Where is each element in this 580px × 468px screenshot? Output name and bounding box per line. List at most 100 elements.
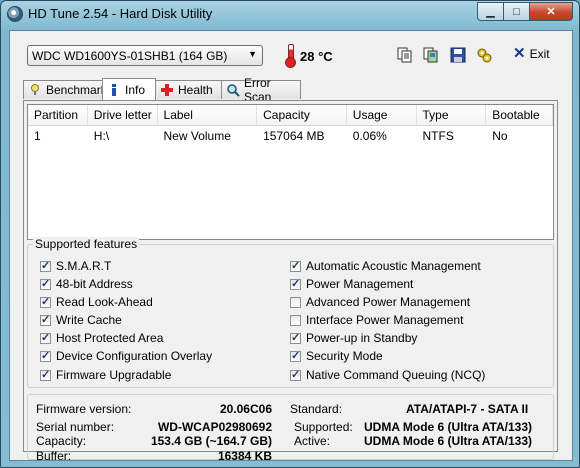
- copy-screenshot-icon[interactable]: [423, 47, 439, 63]
- column-header-capacity[interactable]: Capacity: [257, 105, 347, 125]
- cell-label: New Volume: [163, 129, 231, 143]
- feature-read-look-ahead[interactable]: Read Look-Ahead: [40, 295, 153, 309]
- save-icon[interactable]: [450, 47, 466, 63]
- active-mode-label: Active:: [294, 434, 331, 448]
- feature-interface-power-management-label: Interface Power Management: [306, 313, 464, 327]
- exit-label: Exit: [529, 47, 550, 61]
- tab-error-scan[interactable]: Error Scan: [221, 76, 301, 104]
- copy-text-icon[interactable]: [397, 47, 413, 63]
- close-icon: ✕: [546, 6, 556, 18]
- tab-health-label: Health: [178, 83, 213, 97]
- benchmark-icon: [28, 83, 42, 97]
- feature-device-configuration-overlay[interactable]: Device Configuration Overlay: [40, 349, 212, 363]
- feature-smart[interactable]: S.M.A.R.T: [40, 259, 111, 273]
- maximize-button[interactable]: □: [504, 2, 530, 21]
- feature-smart-label: S.M.A.R.T: [56, 259, 112, 273]
- supported-features-group: Supported features S.M.A.R.T 48-bit Addr…: [27, 237, 554, 388]
- feature-power-management-checkbox[interactable]: [290, 277, 301, 290]
- feature-host-protected-area[interactable]: Host Protected Area: [40, 331, 163, 345]
- info-panel: Partition Drive letter Label Capacity Us…: [23, 100, 558, 463]
- feature-power-up-in-standby-label: Power-up in Standby: [306, 331, 418, 345]
- feature-ncq-label: Native Command Queuing (NCQ): [306, 368, 486, 382]
- standard-label: Standard:: [290, 402, 343, 416]
- feature-host-protected-area-checkbox[interactable]: [40, 331, 51, 344]
- exit-icon: ✕: [513, 45, 526, 62]
- feature-power-up-in-standby-checkbox[interactable]: [290, 331, 301, 344]
- capacity-label: Capacity:: [36, 434, 87, 448]
- feature-ncq[interactable]: Native Command Queuing (NCQ): [290, 368, 485, 382]
- cell-usage: 0.06%: [352, 129, 387, 143]
- column-header-drive-letter[interactable]: Drive letter: [88, 105, 158, 125]
- supported-mode-value: UDMA Mode 6 (Ultra ATA/133): [364, 420, 533, 434]
- health-icon: [160, 83, 174, 97]
- feature-advanced-power-management-checkbox[interactable]: [290, 296, 301, 308]
- feature-automatic-acoustic-management-checkbox[interactable]: [290, 259, 301, 272]
- error-scan-icon: [226, 83, 240, 97]
- maximize-icon: □: [513, 5, 520, 18]
- close-button[interactable]: ✕: [530, 2, 573, 21]
- drive-info-group: Firmware version: 20.06C06 Serial number…: [27, 394, 554, 463]
- serial-value: WD-WCAP02980692: [157, 420, 272, 434]
- tab-info[interactable]: Info: [102, 78, 156, 100]
- thermometer-icon: [285, 44, 296, 68]
- feature-interface-power-management[interactable]: Interface Power Management: [290, 313, 463, 327]
- cell-drive-letter: H:\: [93, 129, 110, 143]
- client-area: WDC WD1600YS-01SHB1 (164 GB) ▼ 28 °C ✕ E…: [9, 30, 573, 463]
- firmware-label: Firmware version:: [36, 402, 132, 416]
- table-row[interactable]: 1 H:\ New Volume 157064 MB 0.06% NTFS No: [28, 126, 553, 144]
- exit-button[interactable]: ✕ Exit: [513, 45, 550, 62]
- minimize-button[interactable]: ▁: [477, 2, 504, 21]
- app-window: HD Tune 2.54 - Hard Disk Utility ▁ □ ✕ W…: [0, 0, 580, 468]
- column-header-type[interactable]: Type: [417, 105, 487, 125]
- feature-interface-power-management-checkbox[interactable]: [290, 314, 301, 326]
- cell-partition: 1: [34, 129, 41, 143]
- partition-table[interactable]: Partition Drive letter Label Capacity Us…: [27, 104, 554, 240]
- tab-info-label: Info: [125, 82, 146, 97]
- feature-power-management[interactable]: Power Management: [290, 277, 413, 291]
- feature-ncq-checkbox[interactable]: [290, 368, 301, 381]
- feature-write-cache-checkbox[interactable]: [40, 313, 51, 326]
- feature-automatic-acoustic-management-label: Automatic Acoustic Management: [306, 259, 481, 273]
- tab-benchmark-label: Benchmark: [46, 83, 107, 97]
- active-mode-value: UDMA Mode 6 (Ultra ATA/133): [364, 434, 533, 448]
- chevron-down-icon[interactable]: ▼: [248, 49, 257, 59]
- tab-health[interactable]: Health: [155, 80, 222, 99]
- feature-device-configuration-overlay-checkbox[interactable]: [40, 349, 51, 362]
- feature-security-mode-checkbox[interactable]: [290, 349, 301, 362]
- feature-write-cache[interactable]: Write Cache: [40, 313, 122, 327]
- tab-benchmark[interactable]: Benchmark: [23, 80, 107, 99]
- feature-firmware-upgradable[interactable]: Firmware Upgradable: [40, 368, 171, 382]
- feature-power-up-in-standby[interactable]: Power-up in Standby: [290, 331, 417, 345]
- standard-value: ATA/ATAPI-7 - SATA II: [406, 402, 529, 416]
- title-bar[interactable]: HD Tune 2.54 - Hard Disk Utility ▁ □ ✕: [1, 1, 579, 27]
- cell-capacity: 157064 MB: [263, 129, 325, 143]
- column-header-label[interactable]: Label: [158, 105, 258, 125]
- feature-security-mode[interactable]: Security Mode: [290, 349, 383, 363]
- feature-host-protected-area-label: Host Protected Area: [56, 331, 164, 345]
- partition-table-header: Partition Drive letter Label Capacity Us…: [28, 105, 553, 126]
- feature-read-look-ahead-checkbox[interactable]: [40, 295, 51, 308]
- feature-write-cache-label: Write Cache: [56, 313, 122, 327]
- supported-mode-label: Supported:: [294, 420, 353, 434]
- buffer-label: Buffer:: [36, 449, 72, 463]
- drive-select[interactable]: WDC WD1600YS-01SHB1 (164 GB) ▼: [27, 45, 263, 66]
- minimize-icon: ▁: [486, 6, 495, 18]
- capacity-value: 153.4 GB (~164.7 GB): [150, 434, 272, 448]
- feature-read-look-ahead-label: Read Look-Ahead: [56, 295, 153, 309]
- cell-bootable: No: [492, 129, 508, 143]
- buffer-value: 16384 KB: [217, 449, 272, 463]
- cell-type: NTFS: [422, 129, 454, 143]
- feature-advanced-power-management[interactable]: Advanced Power Management: [290, 295, 470, 309]
- window-title: HD Tune 2.54 - Hard Disk Utility: [28, 6, 213, 21]
- feature-48bit-address-checkbox[interactable]: [40, 277, 51, 290]
- column-header-partition[interactable]: Partition: [28, 105, 88, 125]
- feature-security-mode-label: Security Mode: [306, 349, 383, 363]
- options-icon[interactable]: [476, 47, 492, 63]
- column-header-usage[interactable]: Usage: [347, 105, 417, 125]
- feature-smart-checkbox[interactable]: [40, 259, 51, 272]
- feature-firmware-upgradable-checkbox[interactable]: [40, 368, 51, 381]
- feature-automatic-acoustic-management[interactable]: Automatic Acoustic Management: [290, 259, 481, 273]
- feature-48bit-address[interactable]: 48-bit Address: [40, 277, 133, 291]
- column-header-bootable[interactable]: Bootable: [486, 105, 553, 125]
- app-icon: [7, 6, 23, 22]
